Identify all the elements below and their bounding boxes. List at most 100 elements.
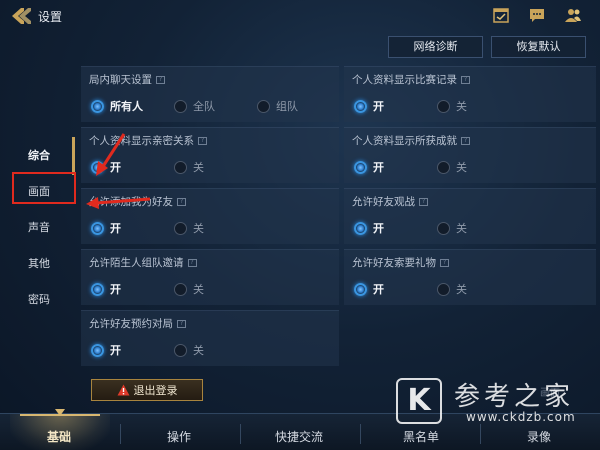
- option-label: 关: [456, 283, 467, 296]
- panel-title: 允许陌生人组队邀请: [89, 257, 184, 269]
- option-on[interactable]: 开: [354, 159, 384, 175]
- option-on[interactable]: 开: [354, 98, 384, 114]
- option-label: 开: [110, 161, 121, 174]
- option-off[interactable]: 关: [437, 159, 467, 175]
- option-on[interactable]: 开: [91, 159, 121, 175]
- radio[interactable]: [437, 160, 450, 174]
- help-icon[interactable]: ?: [440, 259, 449, 267]
- panel-ingame-chat: 局内聊天设置? 所有人 全队 组队: [81, 66, 339, 122]
- option-label: 关: [193, 161, 204, 174]
- help-icon[interactable]: ?: [156, 76, 165, 84]
- help-icon[interactable]: ?: [419, 198, 428, 206]
- radio[interactable]: [437, 99, 450, 113]
- watermark-url: www.ckdzb.com: [466, 410, 576, 424]
- panel-allow-add-friend: 允许添加我为好友? 开 关: [81, 188, 339, 244]
- panel-title: 个人资料显示亲密关系: [89, 135, 194, 147]
- panel-show-intimacy: 个人资料显示亲密关系? 开 关: [81, 127, 339, 183]
- radio-selected[interactable]: [91, 221, 104, 235]
- sidebar-item-general[interactable]: 综合: [28, 147, 50, 163]
- radio[interactable]: [174, 343, 187, 357]
- option-off[interactable]: 关: [437, 220, 467, 236]
- radio-selected[interactable]: [354, 282, 367, 296]
- radio[interactable]: [437, 221, 450, 235]
- option-label: 全队: [193, 100, 215, 113]
- chat-icon[interactable]: [528, 7, 546, 23]
- radio-selected[interactable]: [91, 282, 104, 296]
- radio-selected[interactable]: [354, 160, 367, 174]
- active-tab-marker-icon: [55, 409, 65, 416]
- option-on[interactable]: 开: [91, 220, 121, 236]
- panel-stranger-invite: 允许陌生人组队邀请? 开 关: [81, 249, 339, 305]
- option-label: 所有人: [110, 100, 143, 113]
- calendar-check-icon[interactable]: [492, 7, 510, 23]
- option-everyone[interactable]: 所有人: [91, 98, 143, 114]
- radio[interactable]: [174, 99, 187, 113]
- help-icon[interactable]: ?: [461, 76, 470, 84]
- option-party[interactable]: 组队: [257, 98, 298, 114]
- option-label: 关: [193, 344, 204, 357]
- panel-title: 允许好友索要礼物: [352, 257, 436, 269]
- sidebar-item-sound[interactable]: 声音: [28, 219, 50, 235]
- panel-show-match-record: 个人资料显示比赛记录? 开 关: [344, 66, 596, 122]
- radio[interactable]: [174, 221, 187, 235]
- option-off[interactable]: 关: [174, 220, 204, 236]
- help-icon[interactable]: ?: [198, 137, 207, 145]
- option-label: 开: [110, 344, 121, 357]
- option-label: 开: [373, 222, 384, 235]
- radio-selected[interactable]: [91, 343, 104, 357]
- radio-selected[interactable]: [354, 99, 367, 113]
- option-label: 关: [456, 100, 467, 113]
- sidebar-item-password[interactable]: 密码: [28, 291, 50, 307]
- option-label: 关: [193, 222, 204, 235]
- option-label: 关: [456, 161, 467, 174]
- tab-controls[interactable]: 操作: [167, 428, 191, 445]
- option-off[interactable]: 关: [174, 281, 204, 297]
- option-label: 组队: [276, 100, 298, 113]
- panel-title: 允许好友预约对局: [89, 318, 173, 330]
- radio-selected[interactable]: [354, 221, 367, 235]
- radio[interactable]: [257, 99, 270, 113]
- option-label: 关: [193, 283, 204, 296]
- watermark: K 参考之家 www.ckdzb.com: [396, 378, 596, 438]
- highlight-box: [12, 172, 76, 204]
- help-icon[interactable]: ?: [177, 198, 186, 206]
- option-off[interactable]: 关: [174, 159, 204, 175]
- logout-button[interactable]: 退出登录: [91, 379, 203, 401]
- panel-title: 个人资料显示比赛记录: [352, 74, 457, 86]
- panel-title: 允许好友观战: [352, 196, 415, 208]
- watermark-logo: K: [396, 378, 442, 424]
- radio-selected[interactable]: [91, 160, 104, 174]
- option-on[interactable]: 开: [354, 220, 384, 236]
- option-label: 关: [456, 222, 467, 235]
- radio[interactable]: [174, 282, 187, 296]
- option-on[interactable]: 开: [354, 281, 384, 297]
- radio[interactable]: [174, 160, 187, 174]
- tab-quick-chat[interactable]: 快捷交流: [275, 428, 323, 445]
- option-off[interactable]: 关: [174, 342, 204, 358]
- back-arrow-icon[interactable]: [10, 6, 36, 26]
- tab-basic[interactable]: 基础: [47, 428, 71, 445]
- friends-icon[interactable]: [564, 7, 582, 23]
- help-icon[interactable]: ?: [461, 137, 470, 145]
- panel-title: 局内聊天设置: [89, 74, 152, 86]
- panel-title: 允许添加我为好友: [89, 196, 173, 208]
- option-on[interactable]: 开: [91, 342, 121, 358]
- help-icon[interactable]: ?: [187, 259, 197, 267]
- page-title: 设置: [38, 10, 63, 24]
- sidebar: 综合 画面 声音 其他 密码: [0, 132, 76, 322]
- option-off[interactable]: 关: [437, 281, 467, 297]
- option-label: 开: [373, 283, 384, 296]
- option-label: 开: [110, 283, 121, 296]
- sidebar-item-other[interactable]: 其他: [28, 255, 50, 271]
- option-off[interactable]: 关: [437, 98, 467, 114]
- radio[interactable]: [437, 282, 450, 296]
- option-on[interactable]: 开: [91, 281, 121, 297]
- network-diagnosis-button[interactable]: 网络诊断: [388, 36, 483, 58]
- option-team[interactable]: 全队: [174, 98, 215, 114]
- restore-default-button[interactable]: 恢复默认: [491, 36, 586, 58]
- panel-show-achievements: 个人资料显示所获成就? 开 关: [344, 127, 596, 183]
- radio-selected[interactable]: [91, 99, 104, 113]
- watermark-name: 参考之家: [454, 382, 575, 412]
- help-icon[interactable]: ?: [177, 320, 186, 328]
- option-label: 开: [373, 161, 384, 174]
